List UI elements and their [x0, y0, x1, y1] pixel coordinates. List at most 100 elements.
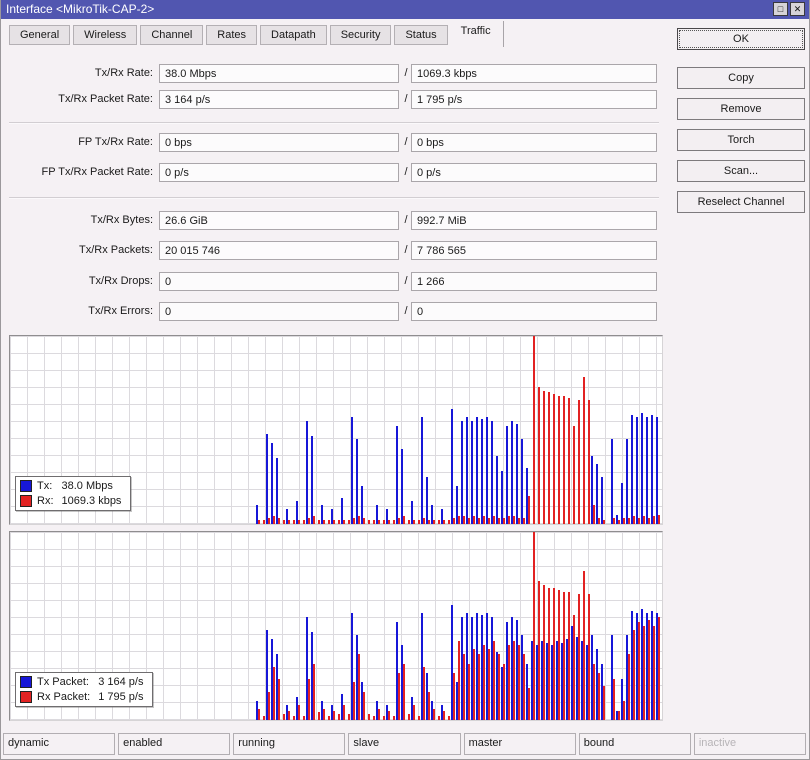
reselect-channel-button[interactable]: Reselect Channel: [677, 191, 805, 213]
rx-bar: [653, 516, 655, 524]
rx-bar: [578, 400, 580, 524]
tab-security[interactable]: Security: [329, 25, 392, 45]
tx-bar: [351, 417, 353, 524]
rx-bar: [468, 518, 470, 524]
tx-bar: [651, 415, 653, 524]
rx-packet-bar: [298, 705, 300, 720]
rx-packet-bar: [458, 641, 460, 720]
torch-button[interactable]: Torch: [677, 129, 805, 151]
tx-bar: [306, 421, 308, 524]
rx-bar: [278, 518, 280, 524]
rx-bar: [413, 520, 415, 524]
tab-rates[interactable]: Rates: [206, 25, 258, 45]
rx-bar: [343, 520, 345, 524]
scan-button[interactable]: Scan...: [677, 160, 805, 182]
rx-packet-bar: [658, 617, 660, 720]
rx-bar: [388, 520, 390, 524]
tab-datapath[interactable]: Datapath: [260, 25, 327, 45]
rx-packet-bar: [403, 664, 405, 720]
tx-rx-packets-rx-field[interactable]: 7 786 565: [411, 241, 657, 260]
rx-packet-bar: [283, 714, 285, 720]
rx-packet-bar: [553, 588, 555, 720]
rx-packet-bar: [533, 532, 535, 720]
tx-rx-errors-tx-field[interactable]: 0: [159, 302, 399, 321]
tab-channel[interactable]: Channel: [140, 25, 204, 45]
rx-bar: [553, 394, 555, 524]
rx-bar: [313, 516, 315, 524]
tab-status[interactable]: Status: [394, 25, 448, 45]
rx-packet-bar: [573, 615, 575, 720]
tx-bar: [481, 419, 483, 524]
rx-bar: [493, 516, 495, 524]
rx-packet-bar: [603, 686, 605, 720]
ok-button[interactable]: OK: [677, 28, 805, 50]
slash-separator: /: [404, 305, 408, 317]
tx-rx-bytes-rx-field[interactable]: 992.7 MiB: [411, 211, 657, 230]
rx-packet-bar: [588, 594, 590, 720]
tab-wireless[interactable]: Wireless: [73, 25, 138, 45]
tx-rx-rate-tx-field[interactable]: 38.0 Mbps: [159, 64, 399, 83]
legend-label: Rx Packet:: [37, 691, 91, 703]
tx-bar: [646, 417, 648, 524]
tx-rx-packet-rate-rx-field[interactable]: 1 795 p/s: [411, 90, 657, 109]
tx-bar: [596, 464, 598, 524]
rx-bar: [513, 516, 515, 524]
rx-packet-bar: [393, 716, 395, 720]
fp-tx-rx-rate-tx-field[interactable]: 0 bps: [159, 133, 399, 152]
tx-rx-errors-rx-field[interactable]: 0: [411, 302, 657, 321]
tx-rx-drops-row: Tx/Rx Drops: 0 /1 266: [1, 272, 671, 291]
rx-bar: [508, 516, 510, 524]
tab-general[interactable]: General: [9, 25, 71, 45]
rx-bar: [428, 520, 430, 524]
remove-button[interactable]: Remove: [677, 98, 805, 120]
tx-rx-packets-tx-field[interactable]: 20 015 746: [159, 241, 399, 260]
chart-legend: Tx: 38.0 Mbps Rx: 1069.3 kbps: [15, 476, 132, 511]
rx-packet-bar: [383, 716, 385, 720]
fp-tx-rx-rate-label: FP Tx/Rx Rate:: [78, 136, 153, 148]
chart-plot-area: Tx: 38.0 Mbps Rx: 1069.3 kbps: [10, 336, 662, 524]
status-running: running: [233, 733, 346, 755]
close-button[interactable]: ✕: [790, 2, 805, 16]
rx-packet-bar: [598, 673, 600, 720]
tx-rx-packet-rate-tx-field[interactable]: 3 164 p/s: [159, 90, 399, 109]
rx-bar: [523, 518, 525, 524]
tx-rx-drops-rx-field[interactable]: 1 266: [411, 272, 657, 291]
fp-tx-rx-packet-rate-rx-field[interactable]: 0 p/s: [411, 163, 657, 182]
fp-tx-rx-rate-rx-field[interactable]: 0 bps: [411, 133, 657, 152]
rx-packet-bar: [263, 716, 265, 720]
rx-packet-bar: [288, 711, 290, 720]
rx-packet-bar: [408, 714, 410, 720]
rx-bar: [398, 518, 400, 524]
legend-value: 38.0 Mbps: [61, 480, 113, 492]
tx-rx-rate-rx-field[interactable]: 1069.3 kbps: [411, 64, 657, 83]
rx-packet-bar: [278, 679, 280, 720]
maximize-button[interactable]: □: [773, 2, 788, 16]
status-master: master: [463, 733, 576, 755]
tab-traffic[interactable]: Traffic: [451, 21, 504, 47]
rx-packet-bar: [493, 641, 495, 720]
chart-legend: Tx Packet: 3 164 p/s Rx Packet: 1 795 p/s: [15, 672, 154, 707]
rx-packet-bar: [463, 654, 465, 720]
rx-bar: [473, 516, 475, 524]
tx-bar: [521, 439, 523, 524]
tx-rx-drops-tx-field[interactable]: 0: [159, 272, 399, 291]
tx-bar: [491, 421, 493, 524]
rx-packet-bar: [358, 654, 360, 720]
rx-packet-bar: [268, 692, 270, 720]
rx-packet-bar: [593, 664, 595, 720]
fp-tx-rx-packet-rate-row: FP Tx/Rx Packet Rate: 0 p/s/0 p/s: [1, 163, 671, 182]
rx-packet-bar: [423, 667, 425, 720]
rx-bar: [558, 396, 560, 524]
slash-separator: /: [404, 93, 408, 105]
rx-packet-bar: [618, 711, 620, 720]
copy-button[interactable]: Copy: [677, 67, 805, 89]
rx-packet-bar: [488, 649, 490, 720]
tx-rx-bytes-tx-field[interactable]: 26.6 GiB: [159, 211, 399, 230]
rx-packet-bar: [353, 682, 355, 720]
maximize-icon: □: [777, 4, 784, 14]
rx-bar: [373, 520, 375, 524]
tx-bar: [421, 417, 423, 524]
titlebar[interactable]: Interface <MikroTik-CAP-2> □ ✕: [1, 0, 809, 19]
fp-tx-rx-packet-rate-tx-field[interactable]: 0 p/s: [159, 163, 399, 182]
tx-bar: [486, 417, 488, 524]
